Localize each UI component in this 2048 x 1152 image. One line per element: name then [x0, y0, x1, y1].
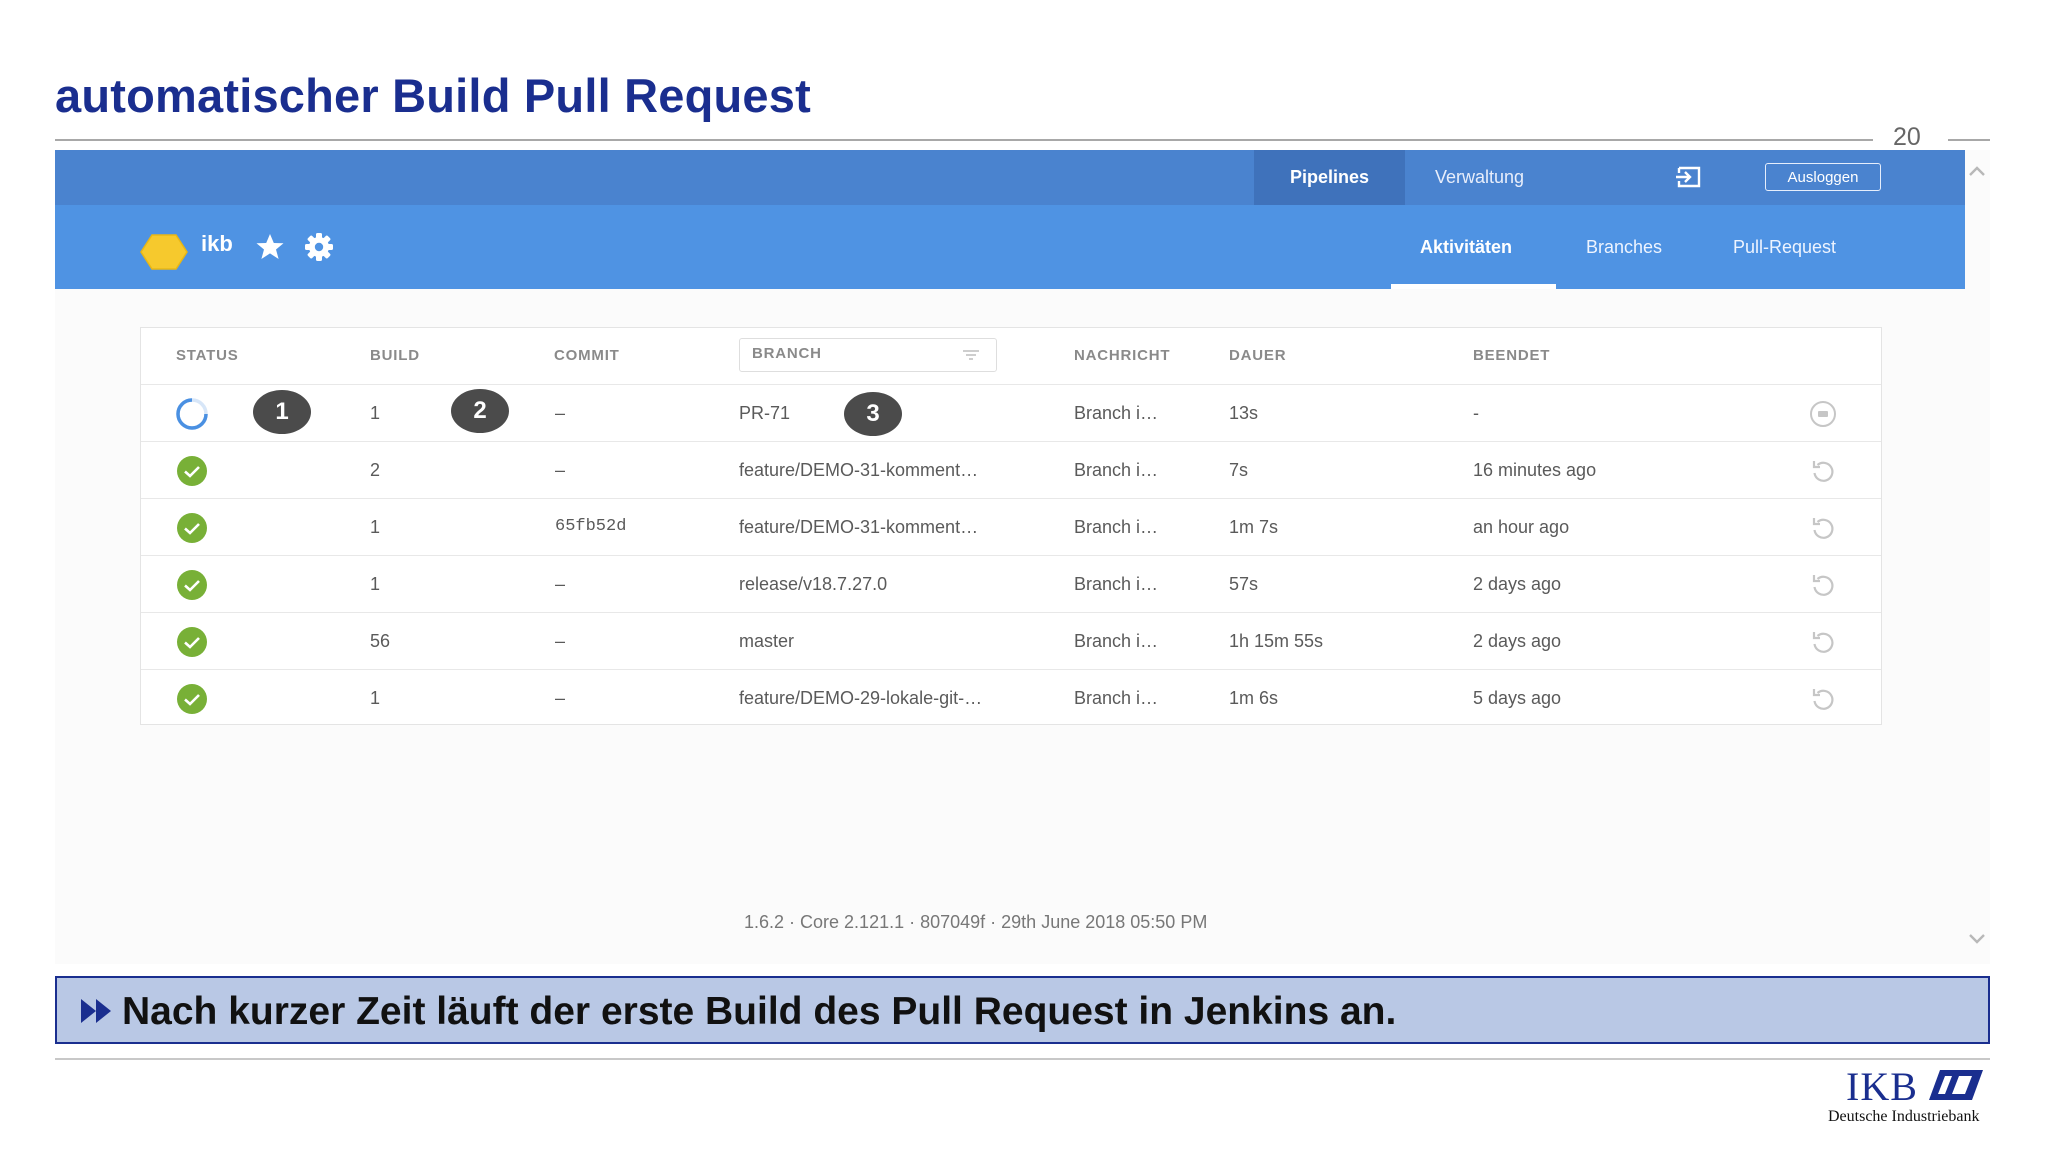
rerun-icon[interactable]	[1809, 514, 1837, 542]
run-duration: 1h 15m 55s	[1229, 631, 1324, 651]
ikb-logo-subline: Deutsche Industriebank	[1828, 1108, 1980, 1125]
running-spinner-icon	[176, 398, 208, 430]
tab-activities[interactable]: Aktivitäten	[1420, 205, 1512, 289]
table-row[interactable]: 1 65fb52d feature/DEMO-31-komment… Branc…	[141, 498, 1881, 555]
pipeline-header: ikb Aktivitäten Branches Pull-Request	[55, 205, 1965, 289]
branch-filter-dropdown[interactable]: BRANCH	[739, 338, 997, 372]
summary-banner: Nach kurzer Zeit läuft der erste Build d…	[55, 976, 1990, 1044]
rerun-icon[interactable]	[1809, 628, 1837, 656]
run-message: Branch i…	[1074, 574, 1159, 594]
build-number: 1	[370, 517, 381, 537]
tab-branches[interactable]: Branches	[1586, 205, 1662, 289]
run-finished: 2 days ago	[1473, 631, 1562, 651]
commit-id: –	[555, 631, 566, 651]
build-number: 1	[370, 688, 381, 708]
table-row[interactable]: 1 – feature/DEMO-29-lokale-git-… Branch …	[141, 669, 1881, 726]
commit-id: –	[555, 574, 566, 594]
header-duration[interactable]: DAUER	[1229, 328, 1286, 384]
callout-badge-3: 3	[844, 392, 902, 436]
run-message: Branch i…	[1074, 460, 1159, 480]
build-number: 56	[370, 631, 391, 651]
success-check-icon	[177, 456, 207, 486]
success-check-icon	[177, 627, 207, 657]
branch-name[interactable]: feature/DEMO-29-lokale-git-…	[739, 670, 1049, 726]
run-message: Branch i…	[1074, 517, 1159, 537]
run-duration: 13s	[1229, 403, 1259, 423]
star-icon[interactable]	[255, 232, 285, 262]
logout-button[interactable]: Ausloggen	[1765, 163, 1881, 191]
top-navigation-bar: Pipelines Verwaltung Ausloggen	[55, 150, 1965, 205]
activity-table: STATUS BUILD COMMIT BRANCH NACHRICHT DAU…	[140, 327, 1882, 725]
scroll-down-icon[interactable]	[1968, 931, 1986, 945]
slide-title: automatischer Build Pull Request	[55, 69, 811, 122]
run-message: Branch i…	[1074, 631, 1159, 651]
run-duration: 1m 7s	[1229, 517, 1279, 537]
header-commit[interactable]: COMMIT	[554, 328, 620, 384]
table-row[interactable]: 1 – release/v18.7.27.0 Branch i… 57s 2 d…	[141, 555, 1881, 612]
success-check-icon	[177, 684, 207, 714]
success-check-icon	[177, 570, 207, 600]
header-status[interactable]: STATUS	[176, 328, 239, 384]
pipeline-name[interactable]: ikb	[201, 231, 233, 257]
table-row[interactable]: 56 – master Branch i… 1h 15m 55s 2 days …	[141, 612, 1881, 669]
tab-pull-requests[interactable]: Pull-Request	[1733, 205, 1836, 289]
commit-id: –	[555, 460, 566, 480]
ikb-logo-mark-icon	[1929, 1070, 1983, 1100]
run-duration: 57s	[1229, 574, 1259, 594]
rerun-icon[interactable]	[1809, 457, 1837, 485]
run-finished: -	[1473, 403, 1479, 423]
table-row[interactable]: 2 – feature/DEMO-31-komment… Branch i… 7…	[141, 441, 1881, 498]
build-number: 1	[370, 403, 381, 423]
table-row[interactable]: 1 – PR-71 Branch i… 13s -	[141, 384, 1881, 441]
build-number: 1	[370, 574, 381, 594]
branch-name[interactable]: master	[739, 613, 1049, 669]
filter-icon	[963, 350, 979, 360]
header-finished[interactable]: BEENDET	[1473, 328, 1550, 384]
branch-name[interactable]: feature/DEMO-31-komment…	[739, 499, 1049, 555]
branch-name[interactable]: release/v18.7.27.0	[739, 556, 1049, 612]
run-duration: 7s	[1229, 460, 1249, 480]
header-message[interactable]: NACHRICHT	[1074, 328, 1170, 384]
run-finished: 16 minutes ago	[1473, 460, 1597, 480]
run-finished: 5 days ago	[1473, 688, 1562, 708]
run-message: Branch i…	[1074, 403, 1159, 423]
nav-pipelines[interactable]: Pipelines	[1254, 150, 1405, 205]
run-finished: an hour ago	[1473, 517, 1570, 537]
footer-divider	[55, 1058, 1990, 1060]
callout-badge-1: 1	[253, 390, 311, 434]
run-finished: 2 days ago	[1473, 574, 1562, 594]
success-check-icon	[177, 513, 207, 543]
rerun-icon[interactable]	[1809, 685, 1837, 713]
double-arrow-icon	[81, 999, 111, 1023]
version-footer: 1.6.2 · Core 2.121.1 · 807049f · 29th Ju…	[744, 912, 1208, 932]
commit-id[interactable]: 65fb52d	[555, 499, 626, 555]
scroll-up-icon[interactable]	[1968, 165, 1986, 179]
summary-text: Nach kurzer Zeit läuft der erste Build d…	[122, 990, 1397, 1033]
build-number: 2	[370, 460, 381, 480]
ikb-logo: IKB	[1846, 1064, 1918, 1109]
title-divider-right	[1948, 139, 1990, 141]
jenkins-screenshot: Pipelines Verwaltung Ausloggen ikb Aktiv	[55, 150, 1990, 964]
title-divider	[55, 139, 1873, 141]
page-number: 20	[1893, 123, 1921, 151]
branch-name[interactable]: feature/DEMO-31-komment…	[739, 442, 1049, 498]
rerun-icon[interactable]	[1809, 571, 1837, 599]
callout-badge-2: 2	[451, 389, 509, 433]
header-build[interactable]: BUILD	[370, 328, 420, 384]
run-duration: 1m 6s	[1229, 688, 1279, 708]
nav-verwaltung[interactable]: Verwaltung	[1435, 150, 1524, 205]
gear-icon[interactable]	[304, 232, 334, 262]
weather-sunny-icon	[140, 234, 188, 270]
commit-id: –	[555, 688, 566, 708]
stop-icon[interactable]	[1809, 400, 1837, 428]
commit-id: –	[555, 403, 566, 423]
run-message: Branch i…	[1074, 688, 1159, 708]
active-tab-indicator	[1391, 284, 1556, 289]
exit-icon[interactable]	[1675, 165, 1703, 189]
